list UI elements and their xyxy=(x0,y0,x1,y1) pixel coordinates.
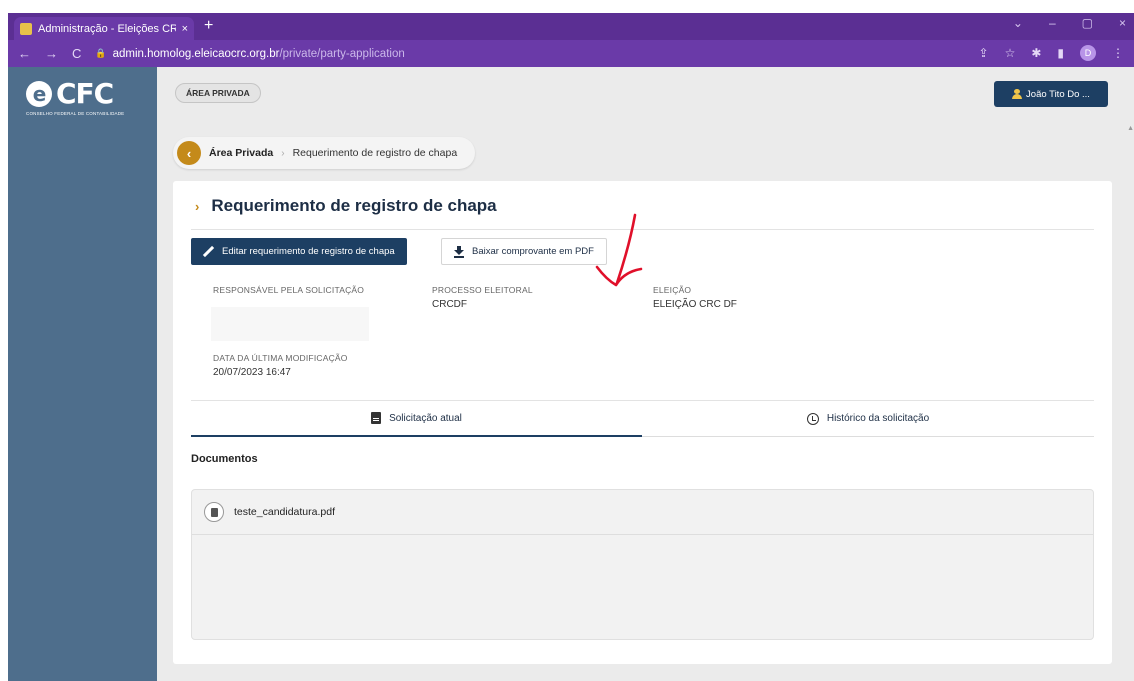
sidepanel-icon[interactable]: ▮ xyxy=(1057,46,1064,60)
tab-strip: Administração - Eleições CRCs 20 × + ⌄ –… xyxy=(8,13,1134,40)
redacted-value xyxy=(211,307,369,341)
logo-e-icon: e xyxy=(26,80,52,107)
chevron-right-icon: › xyxy=(195,198,200,214)
documents-list: teste_candidatura.pdf xyxy=(191,489,1094,640)
documents-heading: Documentos xyxy=(191,453,258,465)
forward-arrow-icon[interactable]: → xyxy=(45,46,58,61)
modified-value: 20/07/2023 16:47 xyxy=(213,367,291,378)
share-icon[interactable]: ⇪ xyxy=(979,46,989,60)
new-tab-button[interactable]: + xyxy=(204,17,213,35)
election-value: ELEIÇÃO CRC DF xyxy=(653,299,737,310)
pencil-icon xyxy=(203,246,214,257)
tab-request-history[interactable]: Histórico da solicitação xyxy=(642,401,1094,437)
back-button[interactable]: ‹ xyxy=(177,141,201,165)
profile-avatar[interactable]: D xyxy=(1080,45,1096,61)
lock-icon: 🔒 xyxy=(95,48,107,58)
top-bar: ÁREA PRIVADA João Tito Do ... xyxy=(157,67,1134,119)
download-pdf-label: Baixar comprovante em PDF xyxy=(472,246,594,257)
tab-search-icon[interactable]: ⌄ xyxy=(1013,16,1023,30)
maximize-button[interactable]: ▢ xyxy=(1082,16,1093,30)
document-icon xyxy=(371,412,382,424)
download-icon xyxy=(454,246,464,258)
app: e CFC CONSELHO FEDERAL DE CONTABILIDADE … xyxy=(8,67,1134,681)
responsible-label: RESPONSÁVEL PELA SOLICITAÇÃO xyxy=(213,285,365,295)
area-privada-chip: ÁREA PRIVADA xyxy=(175,83,261,103)
document-name[interactable]: teste_candidatura.pdf xyxy=(234,506,335,518)
cfc-logo[interactable]: e CFC CONSELHO FEDERAL DE CONTABILIDADE xyxy=(26,77,124,116)
modified-label: DATA DA ÚLTIMA MODIFICAÇÃO xyxy=(213,353,348,363)
logo-text: CFC xyxy=(56,77,114,110)
browser-window: Administração - Eleições CRCs 20 × + ⌄ –… xyxy=(8,13,1134,681)
minimize-button[interactable]: – xyxy=(1049,16,1056,30)
responsible-field: RESPONSÁVEL PELA SOLICITAÇÃO xyxy=(213,285,364,295)
logo-subtitle: CONSELHO FEDERAL DE CONTABILIDADE xyxy=(26,111,125,116)
breadcrumb-home[interactable]: Área Privada xyxy=(209,147,273,159)
process-field: PROCESSO ELEITORAL CRCDF xyxy=(432,285,533,310)
process-value: CRCDF xyxy=(432,299,467,310)
reload-icon[interactable]: C xyxy=(72,46,81,61)
page-title-text: Requerimento de registro de chapa xyxy=(211,196,497,215)
page-title: › Requerimento de registro de chapa xyxy=(195,196,497,216)
tab-close-icon[interactable]: × xyxy=(182,23,188,35)
election-field: ELEIÇÃO ELEIÇÃO CRC DF xyxy=(653,285,737,310)
nav-bar: ← → C 🔒 admin.homolog.eleicaocrc.org.br/… xyxy=(8,40,1134,67)
menu-dots-icon[interactable]: ⋮ xyxy=(1112,46,1124,60)
url-path: /private/party-application xyxy=(279,47,405,60)
election-label: ELEIÇÃO xyxy=(653,285,692,295)
favicon-icon xyxy=(20,22,32,35)
bookmark-star-icon[interactable]: ☆ xyxy=(1005,46,1016,60)
user-icon xyxy=(1012,89,1023,99)
modified-field: DATA DA ÚLTIMA MODIFICAÇÃO 20/07/2023 16… xyxy=(213,353,348,378)
process-label: PROCESSO ELEITORAL xyxy=(432,285,533,295)
breadcrumb: ‹ Área Privada › Requerimento de registr… xyxy=(173,137,476,169)
breadcrumb-current: Requerimento de registro de chapa xyxy=(292,147,458,159)
extensions-icon[interactable]: ✱ xyxy=(1031,46,1041,60)
browser-tab[interactable]: Administração - Eleições CRCs 20 × xyxy=(14,17,194,40)
breadcrumb-separator: › xyxy=(281,147,285,159)
download-pdf-button[interactable]: Baixar comprovante em PDF xyxy=(441,238,607,265)
scroll-up-arrow-icon[interactable]: ▲ xyxy=(1127,125,1134,132)
address-bar[interactable]: 🔒 admin.homolog.eleicaocrc.org.br/privat… xyxy=(95,48,404,60)
file-icon xyxy=(204,502,224,522)
url-text: admin.homolog.eleicaocrc.org.br/private/… xyxy=(113,48,405,60)
tab-title: Administração - Eleições CRCs 20 xyxy=(38,22,176,35)
logo-mark: e CFC xyxy=(26,77,124,110)
edit-request-button[interactable]: Editar requerimento de registro de chapa xyxy=(191,238,407,265)
tab-current-label: Solicitação atual xyxy=(389,412,462,424)
tab-history-label: Histórico da solicitação xyxy=(826,413,930,424)
browser-toolbar-icons: ⇪ ☆ ✱ ▮ D ⋮ xyxy=(979,45,1124,61)
red-annotation-arrow-icon xyxy=(595,213,643,287)
history-icon xyxy=(806,412,819,425)
document-row[interactable]: teste_candidatura.pdf xyxy=(192,490,1093,535)
url-host: admin.homolog.eleicaocrc.org.br xyxy=(112,47,280,60)
close-window-button[interactable]: × xyxy=(1119,16,1126,30)
sidebar: e CFC CONSELHO FEDERAL DE CONTABILIDADE xyxy=(8,67,157,681)
user-menu-button[interactable]: João Tito Do ... xyxy=(994,81,1108,107)
window-controls: ⌄ – ▢ × xyxy=(1013,16,1126,30)
user-name: João Tito Do ... xyxy=(1026,88,1090,100)
screen: Administração - Eleições CRCs 20 × + ⌄ –… xyxy=(0,0,1134,681)
back-arrow-icon[interactable]: ← xyxy=(18,46,31,61)
tab-current-request[interactable]: Solicitação atual xyxy=(191,401,642,437)
edit-request-label: Editar requerimento de registro de chapa xyxy=(222,246,395,257)
